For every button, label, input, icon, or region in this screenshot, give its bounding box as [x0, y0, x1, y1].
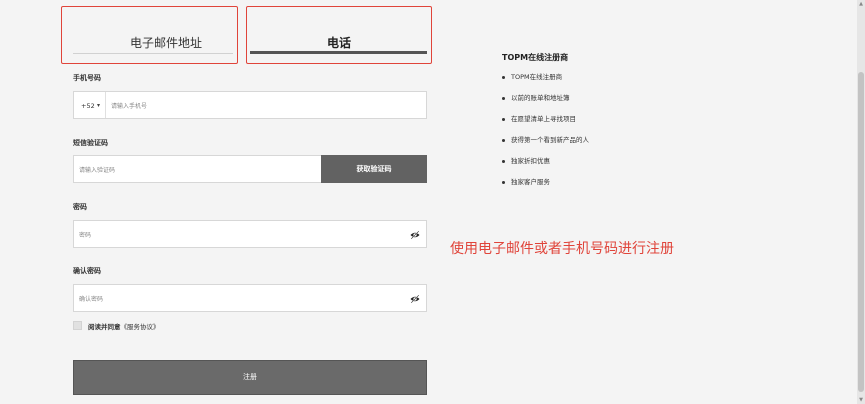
- eye-icon[interactable]: [410, 294, 420, 304]
- sms-code-input[interactable]: 请输入验证码: [79, 165, 115, 174]
- scroll-down-icon[interactable]: ▼: [858, 397, 864, 403]
- list-item: 在愿望清单上寻找项目: [502, 115, 589, 136]
- confirm-password-label: 确认密码: [73, 267, 101, 275]
- password-input[interactable]: 密码: [79, 230, 91, 239]
- sms-code-field[interactable]: 请输入验证码: [73, 155, 322, 183]
- register-button[interactable]: 注册: [73, 360, 427, 395]
- agreement-text: 阅读并同意《服务协议》: [88, 321, 160, 331]
- password-label: 密码: [73, 203, 87, 211]
- confirm-password-field[interactable]: 确认密码: [73, 284, 427, 312]
- list-item: 独家客户服务: [502, 178, 589, 199]
- phone-input[interactable]: 请输入手机号: [111, 101, 147, 110]
- confirm-password-input[interactable]: 确认密码: [79, 294, 103, 303]
- list-item: 以前的账单和地址簿: [502, 94, 589, 115]
- tab-phone[interactable]: 电话: [327, 34, 351, 51]
- scrollbar-thumb[interactable]: [858, 72, 864, 392]
- agree-checkbox[interactable]: [73, 321, 82, 330]
- scroll-up-icon[interactable]: ▲: [858, 1, 864, 7]
- service-agreement-link[interactable]: 《服务协议》: [121, 323, 160, 331]
- list-item: 获得第一个看到新产品的人: [502, 136, 589, 157]
- benefits-title: TOPM在线注册商: [502, 53, 569, 62]
- tab-email[interactable]: 电子邮件地址: [130, 34, 202, 51]
- chevron-down-icon: ▾: [97, 102, 101, 109]
- tab-email-underline: [73, 53, 233, 54]
- phone-label: 手机号码: [73, 74, 101, 82]
- benefits-list: TOPM在线注册商 以前的账单和地址簿 在愿望清单上寻找项目 获得第一个看到新产…: [502, 73, 589, 199]
- country-code-select[interactable]: +52 ▾: [74, 92, 106, 118]
- tab-phone-active-underline: [250, 51, 427, 54]
- sms-code-label: 短信验证码: [73, 139, 108, 147]
- get-code-button[interactable]: 获取验证码: [321, 155, 427, 183]
- country-code-value: +52: [81, 102, 95, 110]
- list-item: 独家折扣优惠: [502, 157, 589, 178]
- password-field[interactable]: 密码: [73, 220, 427, 248]
- list-item: TOPM在线注册商: [502, 73, 589, 94]
- phone-field[interactable]: +52 ▾ 请输入手机号: [73, 91, 427, 119]
- annotation-text: 使用电子邮件或者手机号码进行注册: [450, 241, 674, 257]
- eye-icon[interactable]: [410, 230, 420, 240]
- agreement-prefix: 阅读并同意: [88, 323, 121, 331]
- scrollbar[interactable]: ▲ ▼: [857, 0, 865, 404]
